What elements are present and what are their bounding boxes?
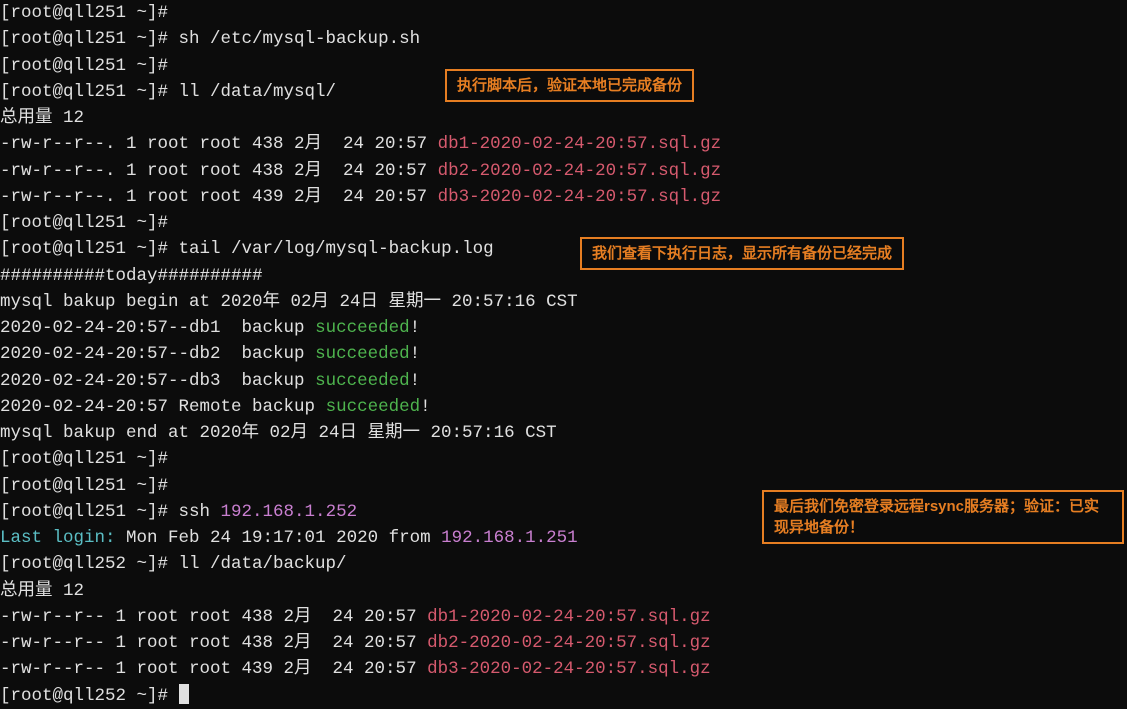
filename: db3-2020-02-24-20:57.sql.gz <box>438 187 722 207</box>
terminal-output[interactable]: [root@qll251 ~]# [root@qll251 ~]# sh /et… <box>0 0 1127 709</box>
backup-status: 2020-02-24-20:57--db1 backup succeeded! <box>0 315 1127 341</box>
command-line: [root@qll251 ~]# tail /var/log/mysql-bac… <box>0 236 1127 262</box>
file-entry: -rw-r--r-- 1 root root 438 2月 24 20:57 d… <box>0 630 1127 656</box>
status-succeeded: succeeded <box>315 344 410 364</box>
prompt-line: [root@qll251 ~]# <box>0 210 1127 236</box>
file-entry: -rw-r--r--. 1 root root 439 2月 24 20:57 … <box>0 184 1127 210</box>
log-end: mysql bakup end at 2020年 02月 24日 星期一 20:… <box>0 420 1127 446</box>
file-entry: -rw-r--r-- 1 root root 438 2月 24 20:57 d… <box>0 604 1127 630</box>
status-succeeded: succeeded <box>315 318 410 338</box>
total-line: 总用量 12 <box>0 578 1127 604</box>
remote-backup-status: 2020-02-24-20:57 Remote backup succeeded… <box>0 394 1127 420</box>
annotation-box-2: 我们查看下执行日志，显示所有备份已经完成 <box>580 237 904 270</box>
prompt-line: [root@qll251 ~]# <box>0 0 1127 26</box>
filename: db1-2020-02-24-20:57.sql.gz <box>427 607 711 627</box>
file-entry: -rw-r--r--. 1 root root 438 2月 24 20:57 … <box>0 158 1127 184</box>
annotation-box-1: 执行脚本后，验证本地已完成备份 <box>445 69 694 102</box>
status-succeeded: succeeded <box>326 397 421 417</box>
file-entry: -rw-r--r--. 1 root root 438 2月 24 20:57 … <box>0 131 1127 157</box>
log-separator: ##########today########## <box>0 263 1127 289</box>
annotation-box-3: 最后我们免密登录远程rsync服务器；验证：已实现异地备份！ <box>762 490 1124 544</box>
filename: db2-2020-02-24-20:57.sql.gz <box>438 161 722 181</box>
prompt-line: [root@qll252 ~]# <box>0 683 1127 709</box>
prompt-line: [root@qll251 ~]# <box>0 446 1127 472</box>
cursor-icon <box>179 684 189 704</box>
ip-address: 192.168.1.252 <box>221 502 358 522</box>
command-line: [root@qll252 ~]# ll /data/backup/ <box>0 551 1127 577</box>
total-line: 总用量 12 <box>0 105 1127 131</box>
login-label: Last login: <box>0 528 116 548</box>
filename: db3-2020-02-24-20:57.sql.gz <box>427 659 711 679</box>
backup-status: 2020-02-24-20:57--db3 backup succeeded! <box>0 368 1127 394</box>
command-line: [root@qll251 ~]# sh /etc/mysql-backup.sh <box>0 26 1127 52</box>
log-begin: mysql bakup begin at 2020年 02月 24日 星期一 2… <box>0 289 1127 315</box>
ip-address: 192.168.1.251 <box>441 528 578 548</box>
filename: db1-2020-02-24-20:57.sql.gz <box>438 134 722 154</box>
filename: db2-2020-02-24-20:57.sql.gz <box>427 633 711 653</box>
file-entry: -rw-r--r-- 1 root root 439 2月 24 20:57 d… <box>0 656 1127 682</box>
backup-status: 2020-02-24-20:57--db2 backup succeeded! <box>0 341 1127 367</box>
status-succeeded: succeeded <box>315 371 410 391</box>
